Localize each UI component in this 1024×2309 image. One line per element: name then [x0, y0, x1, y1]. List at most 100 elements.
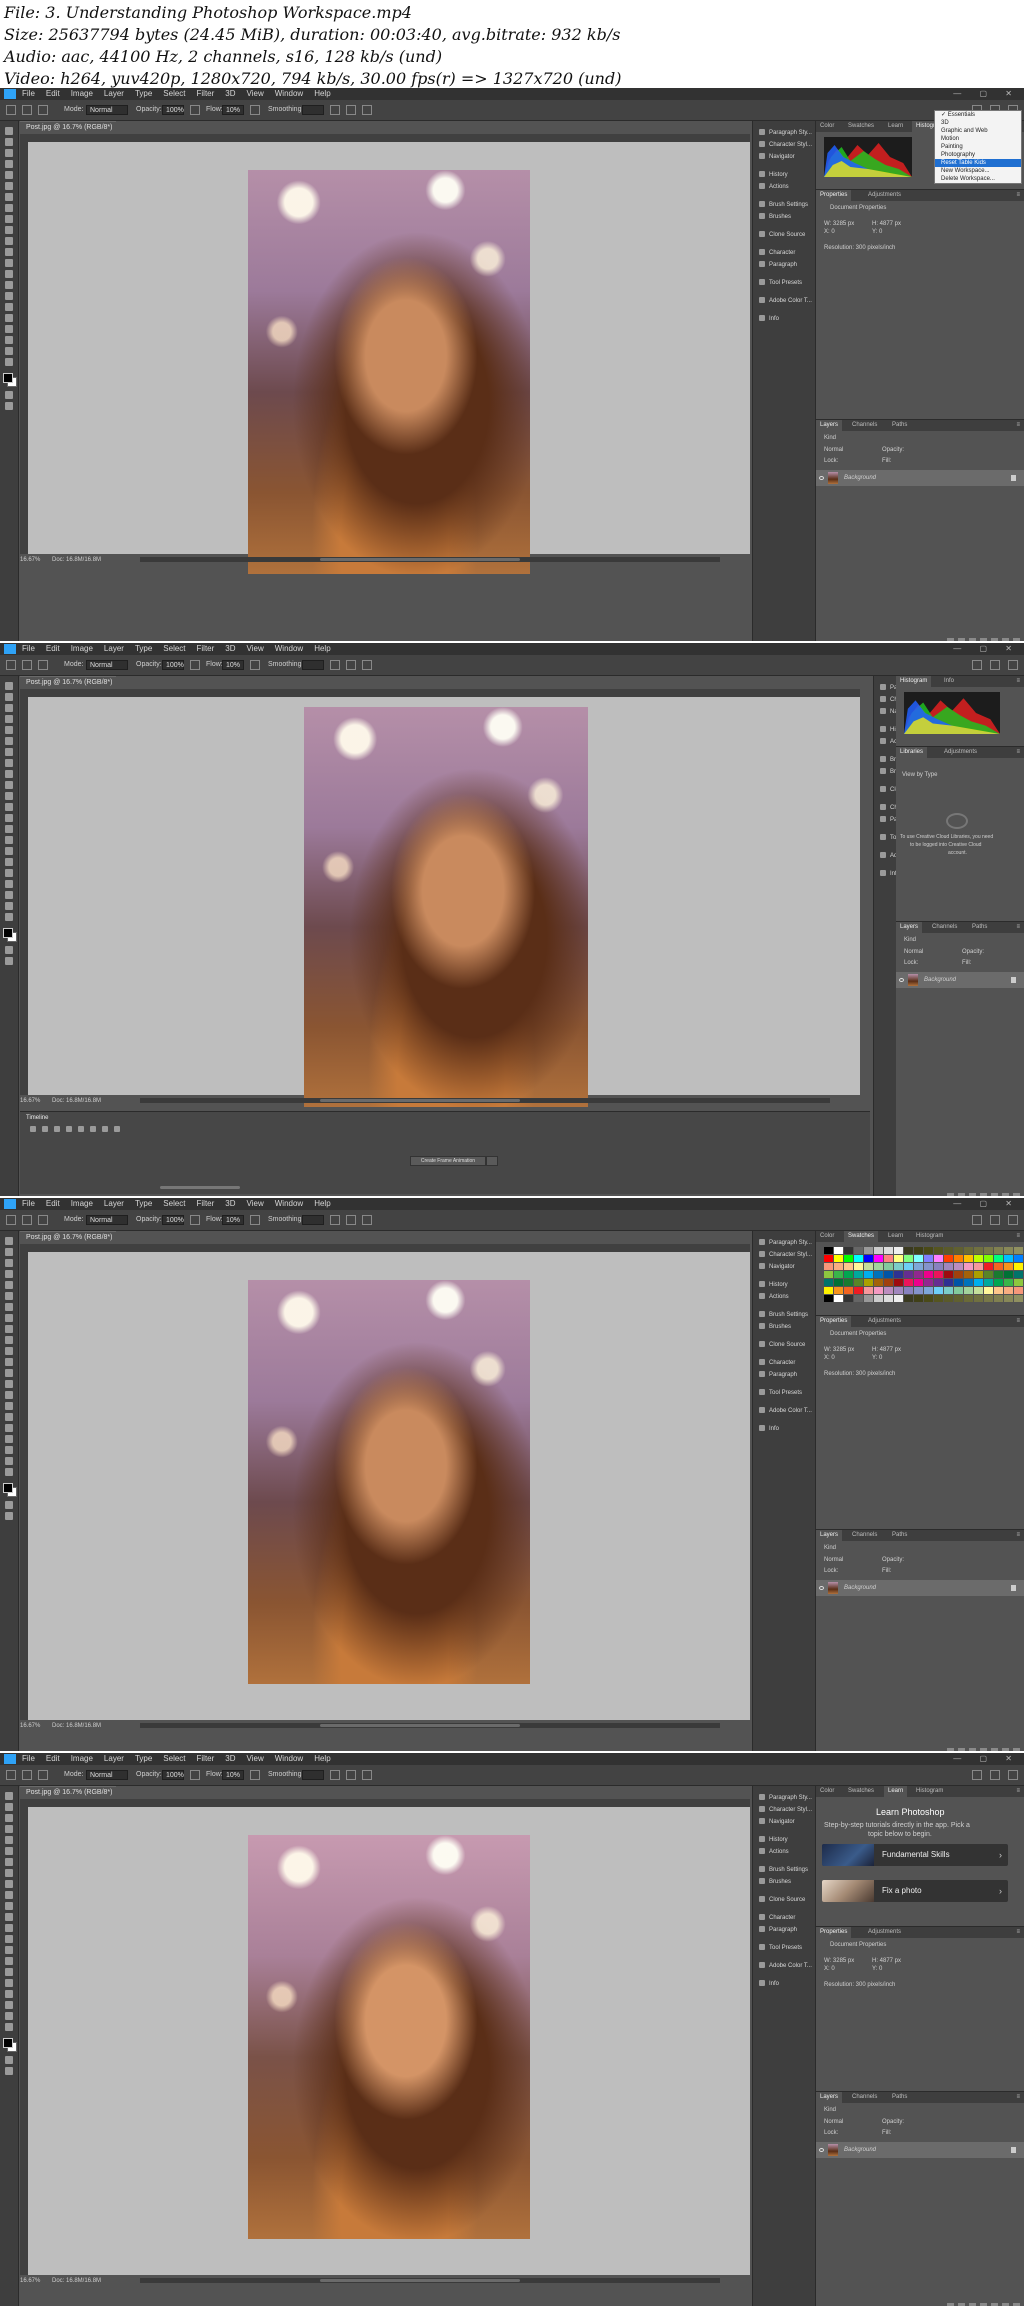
quick-mask-icon[interactable]: [5, 946, 13, 954]
new-layer-icon[interactable]: [1002, 638, 1009, 641]
menu-item-help[interactable]: Help: [314, 1198, 330, 1210]
link-icon[interactable]: [947, 1193, 954, 1196]
quick-mask-icon[interactable]: [5, 2056, 13, 2064]
panel-icon-paragraph-sty[interactable]: Paragraph Sty...: [759, 1237, 812, 1249]
pressure-opacity-icon[interactable]: [190, 105, 200, 115]
eraser-tool-icon[interactable]: [5, 1913, 13, 1921]
scrollbar-thumb[interactable]: [320, 1724, 520, 1727]
window-controls-icon[interactable]: — ▢ ✕: [953, 88, 1020, 100]
rectangle-tool-icon[interactable]: [5, 880, 13, 888]
tab-layers[interactable]: Layers: [816, 2092, 843, 2103]
mode-select[interactable]: Normal: [86, 660, 128, 670]
color-swatch[interactable]: [864, 1271, 873, 1278]
color-swatch[interactable]: [844, 1247, 853, 1254]
tab-color[interactable]: Color: [816, 121, 838, 132]
tab-learn[interactable]: Learn: [884, 1786, 908, 1797]
layer-row-background[interactable]: Background: [816, 470, 1024, 486]
marquee-tool-icon[interactable]: [5, 1803, 13, 1811]
color-swatch[interactable]: [1014, 1263, 1023, 1270]
tab-layers[interactable]: Layers: [816, 420, 843, 431]
pen-tool-icon[interactable]: [5, 292, 13, 300]
brush-tool-icon[interactable]: [5, 215, 13, 223]
panel-icon-actions[interactable]: Actions: [759, 1291, 789, 1303]
airbrush-icon[interactable]: [250, 660, 260, 670]
panel-icon-character[interactable]: Character: [759, 1912, 795, 1924]
panel-menu-icon[interactable]: ≡: [1012, 1316, 1024, 1327]
quick-select-tool-icon[interactable]: [5, 715, 13, 723]
menu-item-select[interactable]: Select: [163, 88, 185, 100]
color-swatch[interactable]: [904, 1287, 913, 1294]
group-icon[interactable]: [991, 1748, 998, 1751]
marquee-tool-icon[interactable]: [5, 693, 13, 701]
pen-tool-icon[interactable]: [5, 1957, 13, 1965]
marquee-tool-icon[interactable]: [5, 1248, 13, 1256]
color-swatch[interactable]: [884, 1271, 893, 1278]
move-tool-icon[interactable]: [5, 127, 13, 135]
screen-mode-icon[interactable]: [5, 402, 13, 410]
smoothing-settings-icon[interactable]: [330, 660, 340, 670]
tab-adjustments[interactable]: Adjustments: [864, 1316, 905, 1327]
home-icon[interactable]: [6, 105, 16, 115]
menu-item-edit[interactable]: Edit: [46, 643, 60, 655]
lasso-tool-icon[interactable]: [5, 1814, 13, 1822]
panel-icon-brush-settings[interactable]: Brush Settings: [759, 1309, 808, 1321]
color-swatch[interactable]: [854, 1255, 863, 1262]
color-swatch[interactable]: [1004, 1255, 1013, 1262]
menu-item-image[interactable]: Image: [71, 1753, 93, 1765]
panel-icon-brush-settings[interactable]: Brush Settings: [759, 1864, 808, 1876]
color-swatch[interactable]: [934, 1263, 943, 1270]
layer-kind-filter[interactable]: Kind: [824, 1544, 836, 1552]
tab-paths[interactable]: Paths: [888, 1530, 911, 1541]
brush-tool-icon[interactable]: [5, 1325, 13, 1333]
menu-item-help[interactable]: Help: [314, 1753, 330, 1765]
tab-swatches[interactable]: Swatches: [844, 1231, 879, 1242]
symmetry-icon[interactable]: [362, 1770, 372, 1780]
menu-item-layer[interactable]: Layer: [104, 643, 124, 655]
tab-swatches[interactable]: Swatches: [844, 1786, 878, 1797]
tab-color[interactable]: Color: [816, 1231, 838, 1242]
workspace-option-photography[interactable]: Photography: [935, 151, 1021, 159]
color-swatch[interactable]: [914, 1271, 923, 1278]
menu-item-select[interactable]: Select: [163, 1753, 185, 1765]
panel-icon-adobe-color-t[interactable]: Adobe Color T...: [759, 1405, 812, 1417]
zoom-tool-icon[interactable]: [5, 1457, 13, 1465]
clone-stamp-tool-icon[interactable]: [5, 1336, 13, 1344]
home-icon[interactable]: [6, 1770, 16, 1780]
gradient-tool-icon[interactable]: [5, 814, 13, 822]
menu-item-3d[interactable]: 3D: [225, 1198, 235, 1210]
color-swatch[interactable]: [994, 1271, 1003, 1278]
color-swatch[interactable]: [864, 1255, 873, 1262]
canvas-pasteboard[interactable]: [28, 1807, 750, 2275]
layer-kind-filter[interactable]: Kind: [904, 936, 916, 944]
clone-stamp-tool-icon[interactable]: [5, 781, 13, 789]
brush-tool-icon[interactable]: [5, 1880, 13, 1888]
canvas-pasteboard[interactable]: [28, 1252, 750, 1720]
smoothing-field[interactable]: [302, 105, 324, 115]
menu-item-3d[interactable]: 3D: [225, 1753, 235, 1765]
adjustment-icon[interactable]: [980, 638, 987, 641]
color-swatch[interactable]: [894, 1247, 903, 1254]
color-swatch[interactable]: [824, 1247, 833, 1254]
color-swatch[interactable]: [874, 1255, 883, 1262]
menu-item-edit[interactable]: Edit: [46, 1198, 60, 1210]
prev-frame-icon[interactable]: [42, 1126, 48, 1132]
tab-histogram[interactable]: Histogram: [912, 1231, 947, 1242]
color-swatch[interactable]: [914, 1263, 923, 1270]
frame-tool-icon[interactable]: [5, 1292, 13, 1300]
color-swatch[interactable]: [964, 1271, 973, 1278]
edit-toolbar-tool-icon[interactable]: [5, 2023, 13, 2031]
panel-menu-icon[interactable]: ≡: [1012, 747, 1024, 758]
color-swatch[interactable]: [954, 1247, 963, 1254]
move-tool-icon[interactable]: [5, 1237, 13, 1245]
color-swatch[interactable]: [934, 1255, 943, 1262]
panel-icon-history[interactable]: History: [759, 1279, 788, 1291]
color-swatch[interactable]: [924, 1247, 933, 1254]
color-swatch[interactable]: [884, 1247, 893, 1254]
menu-item-3d[interactable]: 3D: [225, 88, 235, 100]
menu-item-image[interactable]: Image: [71, 1198, 93, 1210]
color-swatch[interactable]: [874, 1279, 883, 1286]
menu-item-view[interactable]: View: [247, 1198, 264, 1210]
color-swatch[interactable]: [944, 1295, 953, 1302]
color-swatch[interactable]: [1014, 1255, 1023, 1262]
blur-tool-icon[interactable]: [5, 1935, 13, 1943]
